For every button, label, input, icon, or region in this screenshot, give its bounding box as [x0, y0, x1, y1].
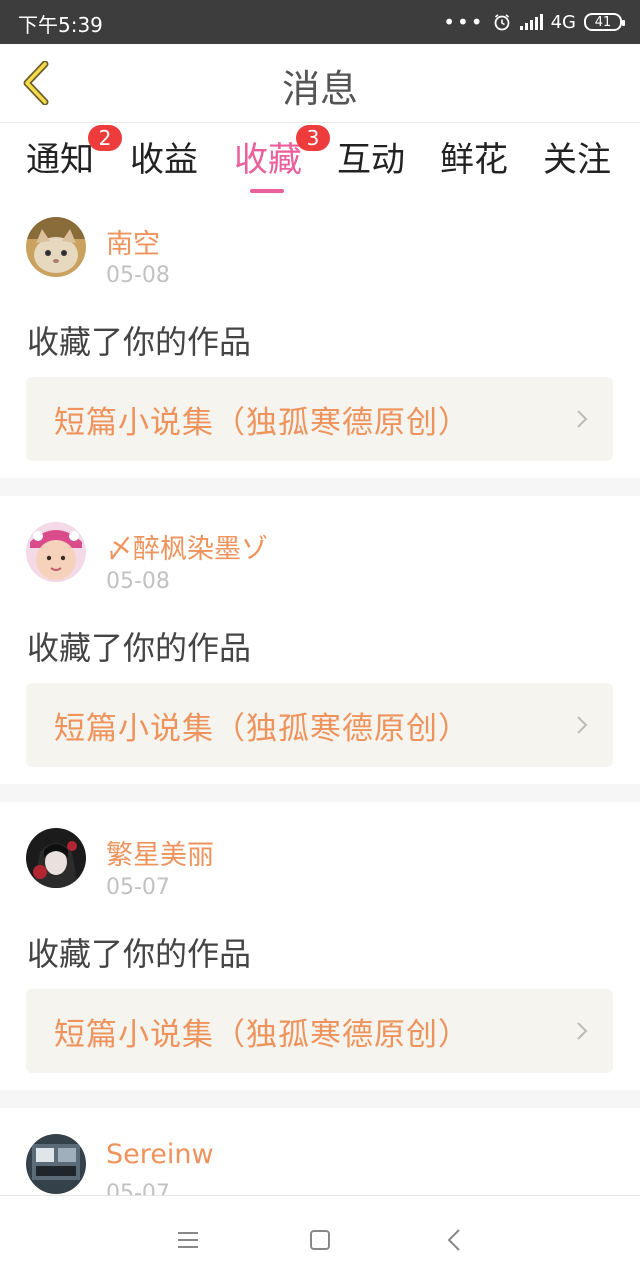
tab-label: 鲜花	[440, 140, 508, 180]
list-item: 〆醉枫染墨ゾ 05-08 收藏了你的作品 短篇小说集（独孤寒德原创）	[0, 496, 640, 784]
square-icon	[310, 1230, 330, 1250]
photo-avatar-image	[26, 1134, 86, 1194]
status-time: 下午5:39	[18, 13, 103, 37]
list-item: 繁星美丽 05-07 收藏了你的作品 短篇小说集（独孤寒德原创）	[0, 802, 640, 1090]
avatar[interactable]	[26, 1134, 86, 1194]
unread-badge: 2	[88, 125, 122, 151]
nav-back-button[interactable]	[434, 1220, 474, 1260]
action-text: 收藏了你的作品	[27, 629, 252, 667]
action-text: 收藏了你的作品	[27, 323, 252, 361]
list-item: Sereinw 05-07	[0, 1108, 640, 1208]
menu-button[interactable]	[168, 1220, 208, 1260]
cat-avatar-image	[26, 217, 86, 277]
status-bar: 下午5:39 ••• 4G 41	[0, 0, 640, 44]
back-triangle-icon	[447, 1229, 460, 1251]
work-title: 短篇小说集（独孤寒德原创）	[54, 711, 470, 747]
username[interactable]: Sereinw	[106, 1139, 214, 1170]
timestamp: 05-08	[106, 263, 170, 288]
alarm-icon	[494, 14, 509, 31]
work-link[interactable]: 短篇小说集（独孤寒德原创）	[26, 683, 613, 767]
tab-label: 通知	[26, 140, 94, 180]
tab-favorites[interactable]: 收藏 3	[234, 125, 330, 193]
timestamp: 05-08	[106, 569, 170, 594]
battery-icon: 41	[584, 13, 625, 31]
chevron-right-icon	[577, 716, 588, 734]
tab-flowers[interactable]: 鲜花	[440, 135, 508, 185]
work-link[interactable]: 短篇小说集（独孤寒德原创）	[26, 377, 613, 461]
tab-interactions[interactable]: 互动	[337, 135, 405, 185]
tab-earnings[interactable]: 收益	[130, 135, 198, 185]
avatar[interactable]	[26, 828, 86, 888]
status-icons: ••• 4G 41	[443, 10, 625, 34]
network-type: 4G	[550, 11, 576, 33]
anime-avatar-image	[26, 828, 86, 888]
app-header: 消息	[0, 44, 640, 123]
system-nav-bar	[0, 1195, 640, 1281]
work-title: 短篇小说集（独孤寒德原创）	[54, 405, 470, 441]
tab-label: 收益	[130, 140, 198, 180]
action-text: 收藏了你的作品	[27, 935, 252, 973]
unread-badge: 3	[296, 125, 330, 151]
tab-bar: 通知 2 收益 收藏 3 互动 鲜花 关注	[0, 123, 640, 200]
tab-label: 互动	[337, 140, 405, 180]
child-avatar-image	[26, 522, 86, 582]
work-title: 短篇小说集（独孤寒德原创）	[54, 1017, 470, 1053]
tab-label: 关注	[543, 140, 611, 180]
tab-notifications[interactable]: 通知 2	[26, 125, 122, 185]
active-tab-indicator	[250, 189, 284, 193]
work-link[interactable]: 短篇小说集（独孤寒德原创）	[26, 989, 613, 1073]
signal-icon	[519, 14, 543, 30]
tab-follows[interactable]: 关注	[543, 135, 611, 185]
avatar[interactable]	[26, 522, 86, 582]
avatar[interactable]	[26, 217, 86, 277]
more-dots-icon: •••	[443, 10, 485, 34]
page-title: 消息	[281, 67, 358, 111]
username[interactable]: 南空	[106, 222, 160, 261]
username[interactable]: 〆醉枫染墨ゾ	[106, 527, 268, 566]
home-button[interactable]	[300, 1220, 340, 1260]
tab-label: 收藏	[234, 140, 302, 180]
chevron-right-icon	[577, 410, 588, 428]
battery-level: 41	[594, 14, 612, 30]
list-item: 南空 05-08 收藏了你的作品 短篇小说集（独孤寒德原创）	[0, 200, 640, 478]
timestamp: 05-07	[106, 875, 170, 900]
username[interactable]: 繁星美丽	[106, 833, 214, 872]
menu-icon	[178, 1232, 198, 1248]
chevron-right-icon	[577, 1022, 588, 1040]
